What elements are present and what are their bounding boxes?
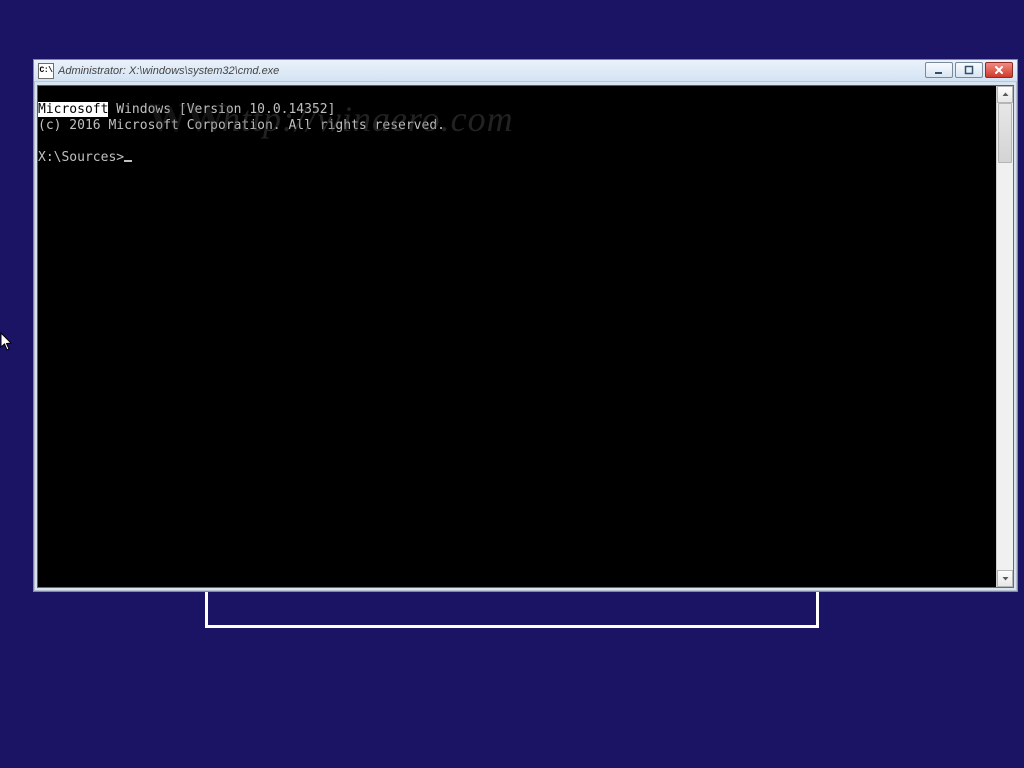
minimize-button[interactable] — [925, 62, 953, 78]
version-highlight: Microsoft — [38, 102, 108, 117]
scroll-thumb[interactable] — [998, 103, 1012, 163]
version-text: Windows [Version 10.0.14352] — [108, 102, 335, 117]
cmd-app-icon: C:\ — [38, 63, 54, 79]
maximize-icon — [964, 65, 974, 75]
prompt-line: X:\Sources> — [38, 150, 132, 165]
prompt-text: X:\Sources> — [38, 150, 124, 165]
titlebar[interactable]: C:\ Administrator: X:\windows\system32\c… — [34, 60, 1017, 82]
scroll-down-button[interactable] — [997, 570, 1013, 587]
minimize-icon — [934, 65, 944, 75]
chevron-down-icon — [1001, 574, 1010, 583]
vertical-scrollbar[interactable] — [996, 86, 1013, 587]
window-title: Administrator: X:\windows\system32\cmd.e… — [58, 65, 279, 77]
scroll-up-button[interactable] — [997, 86, 1013, 103]
close-icon — [994, 65, 1004, 75]
scroll-track[interactable] — [997, 103, 1013, 570]
close-button[interactable] — [985, 62, 1013, 78]
chevron-up-icon — [1001, 90, 1010, 99]
window-controls — [925, 62, 1013, 78]
maximize-button[interactable] — [955, 62, 983, 78]
text-caret — [124, 160, 132, 162]
mouse-cursor-icon — [0, 332, 14, 352]
command-prompt-window: C:\ Administrator: X:\windows\system32\c… — [33, 59, 1018, 592]
console-line: (c) 2016 Microsoft Corporation. All righ… — [38, 118, 445, 133]
console-line: Microsoft Windows [Version 10.0.14352] — [38, 102, 335, 117]
client-area: Microsoft Windows [Version 10.0.14352] (… — [37, 85, 1014, 588]
console-output[interactable]: Microsoft Windows [Version 10.0.14352] (… — [38, 86, 996, 587]
